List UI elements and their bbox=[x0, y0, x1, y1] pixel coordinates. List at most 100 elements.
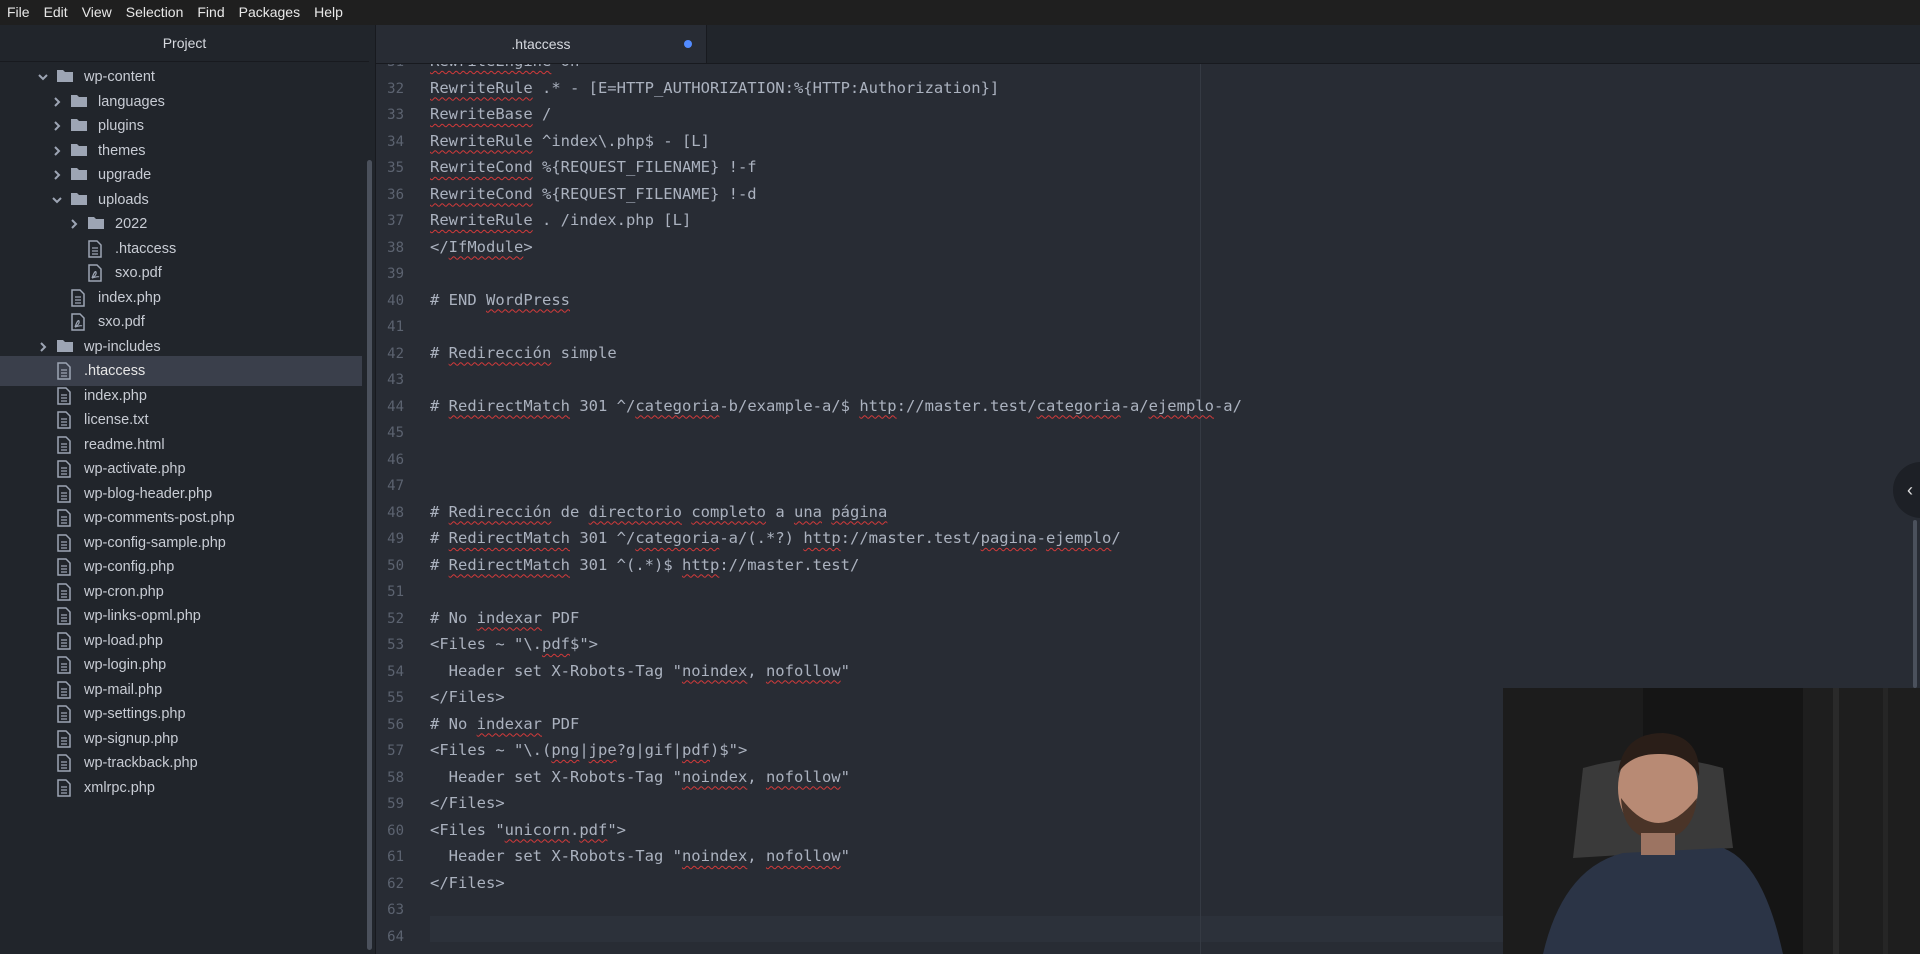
editor-scrollbar[interactable] bbox=[1913, 520, 1917, 688]
line-number: 62 bbox=[387, 875, 404, 892]
line-number: 64 bbox=[387, 928, 404, 945]
code-line[interactable]: </Files> bbox=[430, 874, 505, 892]
code-line[interactable]: # END WordPress bbox=[430, 291, 570, 309]
code-line[interactable]: RewriteBase / bbox=[430, 105, 551, 123]
menu-edit[interactable]: Edit bbox=[37, 0, 75, 25]
chevron-left-icon: ‹ bbox=[1907, 479, 1913, 500]
tree-item-label: wp-activate.php bbox=[84, 461, 186, 477]
code-line[interactable]: <Files ~ "\.(png|jpe?g|gif|pdf)$"> bbox=[430, 741, 747, 759]
code-line[interactable]: # No indexar PDF bbox=[430, 609, 579, 627]
menu-help[interactable]: Help bbox=[307, 0, 350, 25]
file-text-icon bbox=[56, 778, 74, 797]
menu-find[interactable]: Find bbox=[190, 0, 231, 25]
line-number: 63 bbox=[387, 902, 404, 918]
chevron-right-icon[interactable] bbox=[67, 218, 81, 230]
line-number: 46 bbox=[387, 451, 404, 468]
chevron-right-icon[interactable] bbox=[50, 120, 64, 132]
tree-item-label: wp-signup.php bbox=[84, 730, 179, 747]
file-text-icon bbox=[56, 460, 74, 478]
tree-item-label: wp-config.php bbox=[84, 559, 175, 575]
tree-item-label: .htaccess bbox=[115, 240, 177, 257]
folder-icon bbox=[70, 93, 88, 111]
tree-item-label: wp-trackback.php bbox=[84, 755, 198, 771]
tree-pane-title[interactable]: Project bbox=[0, 25, 369, 62]
code-line[interactable]: RewriteCond %{REQUEST_FILENAME} !-f bbox=[430, 158, 757, 176]
wrap-guide bbox=[1200, 64, 1201, 954]
code-line[interactable]: </Files> bbox=[430, 794, 505, 812]
tree-item-label: xmlrpc.php bbox=[84, 779, 155, 796]
menu-view[interactable]: View bbox=[75, 0, 119, 25]
line-number: 42 bbox=[387, 345, 404, 362]
code-line[interactable]: RewriteCond %{REQUEST_FILENAME} !-d bbox=[430, 185, 757, 203]
code-line[interactable]: # Redirección de directorio completo a u… bbox=[430, 503, 887, 521]
code-line[interactable]: <Files "unicorn.pdf"> bbox=[430, 821, 626, 839]
tree-item-label: wp-login.php bbox=[84, 657, 167, 673]
code-line[interactable]: Header set X-Robots-Tag "noindex, nofoll… bbox=[430, 768, 850, 786]
code-line[interactable]: <Files ~ "\.pdf$"> bbox=[430, 635, 598, 653]
code-line[interactable]: # RedirectMatch 301 ^(.*)$ http://master… bbox=[430, 556, 859, 574]
menu-bar: File Edit View Selection Find Packages Help bbox=[0, 0, 1920, 25]
pdf-file-icon bbox=[70, 313, 88, 331]
code-line[interactable]: # RedirectMatch 301 ^/categoria-b/exampl… bbox=[430, 397, 1242, 415]
chevron-down-icon[interactable] bbox=[50, 195, 64, 205]
tree-item-label: plugins bbox=[98, 118, 144, 134]
line-number: 53 bbox=[387, 637, 404, 653]
file-text-icon bbox=[56, 386, 74, 405]
tree-item-xmlrpc-php[interactable]: xmlrpc.php bbox=[0, 773, 362, 803]
menu-file[interactable]: File bbox=[0, 0, 37, 25]
tree-item-label: .htaccess bbox=[84, 363, 146, 379]
code-line[interactable]: RewriteRule . /index.php [L] bbox=[430, 211, 691, 229]
file-text-icon bbox=[56, 607, 74, 625]
tree-item-label: upgrade bbox=[98, 167, 152, 183]
tree-item-label: sxo.pdf bbox=[98, 314, 145, 330]
code-line[interactable]: Header set X-Robots-Tag "noindex, nofoll… bbox=[430, 847, 850, 865]
code-line[interactable]: RewriteRule .* - [E=HTTP_AUTHORIZATION:%… bbox=[430, 79, 999, 97]
chevron-right-icon[interactable] bbox=[36, 341, 50, 353]
line-number: 34 bbox=[387, 133, 404, 150]
tree-item-label: wp-mail.php bbox=[84, 681, 163, 698]
file-text-icon bbox=[56, 656, 74, 674]
file-text-icon bbox=[56, 582, 74, 601]
code-line[interactable]: RewriteRule ^index\.php$ - [L] bbox=[430, 132, 710, 150]
line-number: 50 bbox=[387, 557, 404, 574]
line-number: 31 bbox=[376, 64, 404, 70]
file-text-icon bbox=[70, 288, 88, 307]
tree-item-label: wp-settings.php bbox=[84, 706, 186, 722]
tree-item-label: wp-load.php bbox=[84, 632, 163, 649]
chevron-right-icon[interactable] bbox=[50, 145, 64, 157]
line-number: 40 bbox=[387, 292, 404, 309]
code-line[interactable]: </Files> bbox=[430, 688, 505, 706]
modified-indicator-icon[interactable] bbox=[684, 40, 692, 48]
menu-packages[interactable]: Packages bbox=[232, 0, 307, 25]
chevron-right-icon[interactable] bbox=[50, 96, 64, 108]
file-text-icon bbox=[56, 362, 74, 380]
code-line[interactable]: # Redirección simple bbox=[430, 344, 617, 362]
tree-item-label: sxo.pdf bbox=[115, 265, 162, 281]
code-line[interactable]: # RedirectMatch 301 ^/categoria-a/(.*?) … bbox=[430, 529, 1121, 547]
tree-item-label: wp-config-sample.php bbox=[84, 534, 226, 551]
code-line[interactable]: RewriteEngine On bbox=[430, 64, 579, 70]
tree-item-label: languages bbox=[98, 93, 165, 110]
presenter-video bbox=[1503, 688, 1920, 954]
line-number: 39 bbox=[387, 266, 404, 282]
tree-item-label: license.txt bbox=[84, 412, 149, 428]
tree-item-label: readme.html bbox=[84, 436, 165, 453]
menu-selection[interactable]: Selection bbox=[119, 0, 191, 25]
tab-htaccess[interactable]: .htaccess bbox=[376, 25, 707, 63]
line-number: 43 bbox=[387, 372, 404, 388]
tree-scrollbar[interactable] bbox=[367, 160, 372, 950]
code-line[interactable]: </IfModule> bbox=[430, 238, 533, 256]
line-number: 56 bbox=[387, 716, 404, 733]
chevron-right-icon[interactable] bbox=[50, 169, 64, 181]
line-number: 41 bbox=[387, 319, 404, 335]
tree-item-label: 2022 bbox=[115, 216, 148, 232]
pdf-file-icon bbox=[87, 264, 105, 282]
code-line[interactable]: Header set X-Robots-Tag "noindex, nofoll… bbox=[430, 662, 850, 680]
folder-icon bbox=[70, 117, 88, 135]
tree-item-label: wp-content bbox=[84, 69, 155, 85]
file-text-icon bbox=[87, 239, 105, 258]
folder-icon bbox=[56, 338, 74, 356]
chevron-down-icon[interactable] bbox=[36, 72, 50, 82]
line-number: 38 bbox=[387, 239, 404, 256]
code-line[interactable]: # No indexar PDF bbox=[430, 715, 579, 733]
